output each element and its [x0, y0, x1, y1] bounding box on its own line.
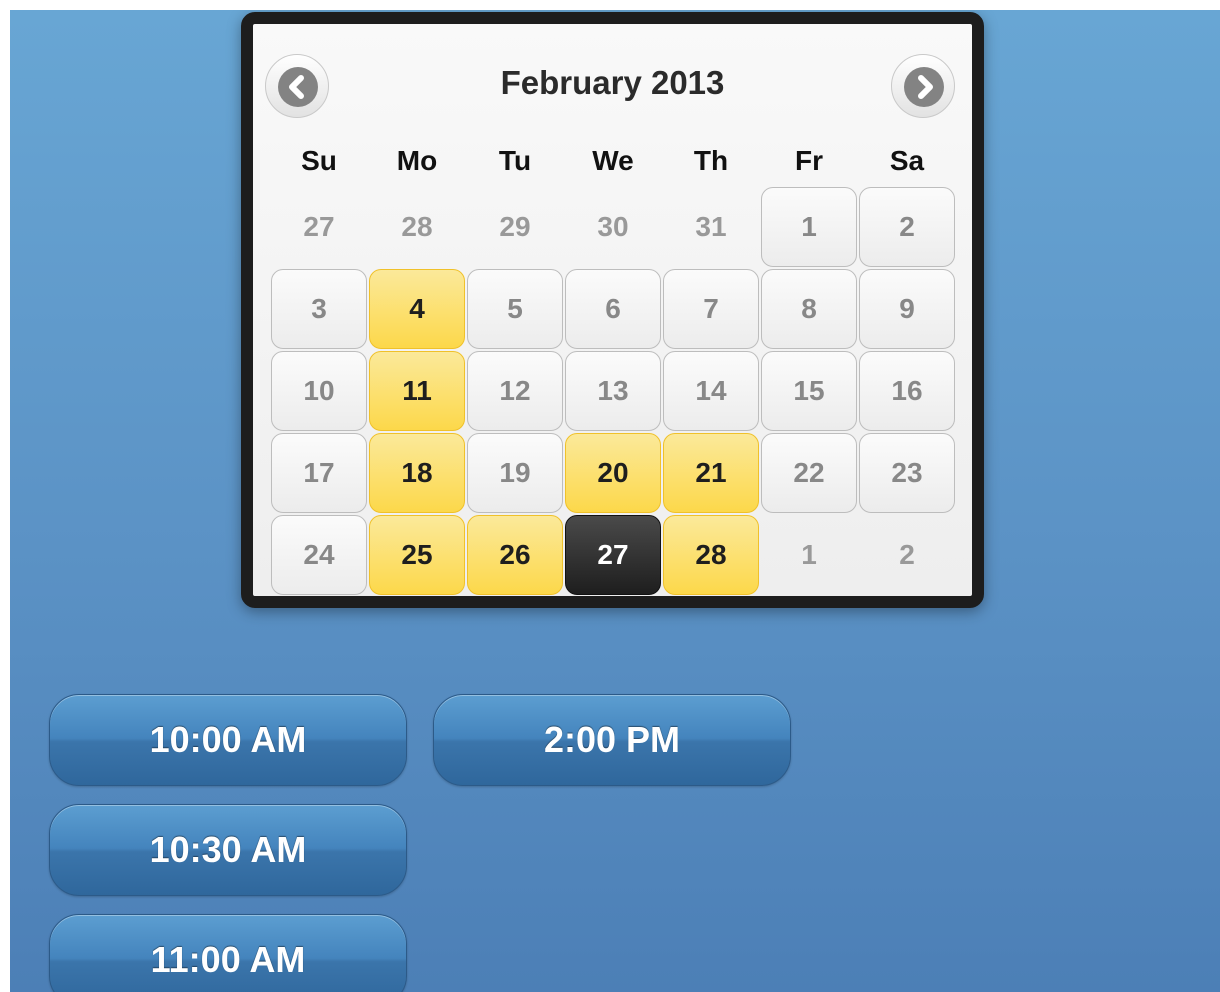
day-cell[interactable]: 5: [467, 269, 563, 349]
available-day-cell[interactable]: 4: [369, 269, 465, 349]
time-slot-button[interactable]: 2:00 PM: [433, 694, 791, 786]
day-cell[interactable]: 12: [467, 351, 563, 431]
calendar-header: February 2013: [253, 24, 972, 134]
day-cell[interactable]: 19: [467, 433, 563, 513]
day-cell[interactable]: 1: [761, 187, 857, 267]
available-day-cell[interactable]: 25: [369, 515, 465, 595]
available-day-cell[interactable]: 28: [663, 515, 759, 595]
chevron-right-icon: [918, 75, 933, 99]
other-month-day-cell: 2: [899, 539, 915, 570]
day-cell[interactable]: 8: [761, 269, 857, 349]
day-cell[interactable]: 24: [271, 515, 367, 595]
available-day-cell[interactable]: 20: [565, 433, 661, 513]
month-title: February 2013: [500, 64, 725, 101]
page-background: February 2013 Su Mo Tu We Th Fr Sa 27 28 2…: [10, 10, 1220, 992]
available-day-cell[interactable]: 26: [467, 515, 563, 595]
day-cell[interactable]: 23: [859, 433, 955, 513]
weekday-label: Su: [301, 145, 337, 176]
weekday-label: Tu: [498, 145, 532, 176]
day-cell[interactable]: 17: [271, 433, 367, 513]
day-cell[interactable]: 16: [859, 351, 955, 431]
day-cell[interactable]: 3: [271, 269, 367, 349]
day-cell[interactable]: 2: [859, 187, 955, 267]
day-cell[interactable]: 14: [663, 351, 759, 431]
selected-day-cell[interactable]: 27: [565, 515, 661, 595]
day-cell[interactable]: 9: [859, 269, 955, 349]
other-month-day-cell: 1: [801, 539, 817, 570]
date-picker-calendar: February 2013 Su Mo Tu We Th Fr Sa 27 28 2…: [241, 12, 984, 608]
weekday-label: We: [592, 145, 634, 176]
day-cell[interactable]: 22: [761, 433, 857, 513]
weekday-label: Fr: [795, 145, 823, 176]
other-month-day-cell: 31: [695, 211, 727, 242]
day-cell[interactable]: 13: [565, 351, 661, 431]
day-cell[interactable]: 7: [663, 269, 759, 349]
weekday-label: Mo: [396, 145, 438, 176]
time-slot-button[interactable]: 10:00 AM: [49, 694, 407, 786]
day-cell[interactable]: 10: [271, 351, 367, 431]
weekday-label: Th: [693, 145, 729, 176]
other-month-day-cell: 30: [597, 211, 629, 242]
next-month-button[interactable]: [891, 54, 955, 118]
other-month-day-cell: 27: [303, 211, 335, 242]
time-slot-button[interactable]: 10:30 AM: [49, 804, 407, 896]
available-day-cell[interactable]: 21: [663, 433, 759, 513]
other-month-day-cell: 28: [401, 211, 433, 242]
calendar-day-grid: 27 28 29 30 31 1 2 3 4 5 6 7 8 9 10 11 12 13 14 15 16 17 18 19 2…: [270, 186, 956, 596]
available-day-cell[interactable]: 18: [369, 433, 465, 513]
available-day-cell[interactable]: 11: [369, 351, 465, 431]
weekday-header-row: Su Mo Tu We Th Fr Sa: [270, 145, 956, 181]
day-cell[interactable]: 15: [761, 351, 857, 431]
other-month-day-cell: 29: [499, 211, 531, 242]
weekday-label: Sa: [889, 145, 925, 176]
time-slot-button[interactable]: 11:00 AM: [49, 914, 407, 992]
day-cell[interactable]: 6: [565, 269, 661, 349]
